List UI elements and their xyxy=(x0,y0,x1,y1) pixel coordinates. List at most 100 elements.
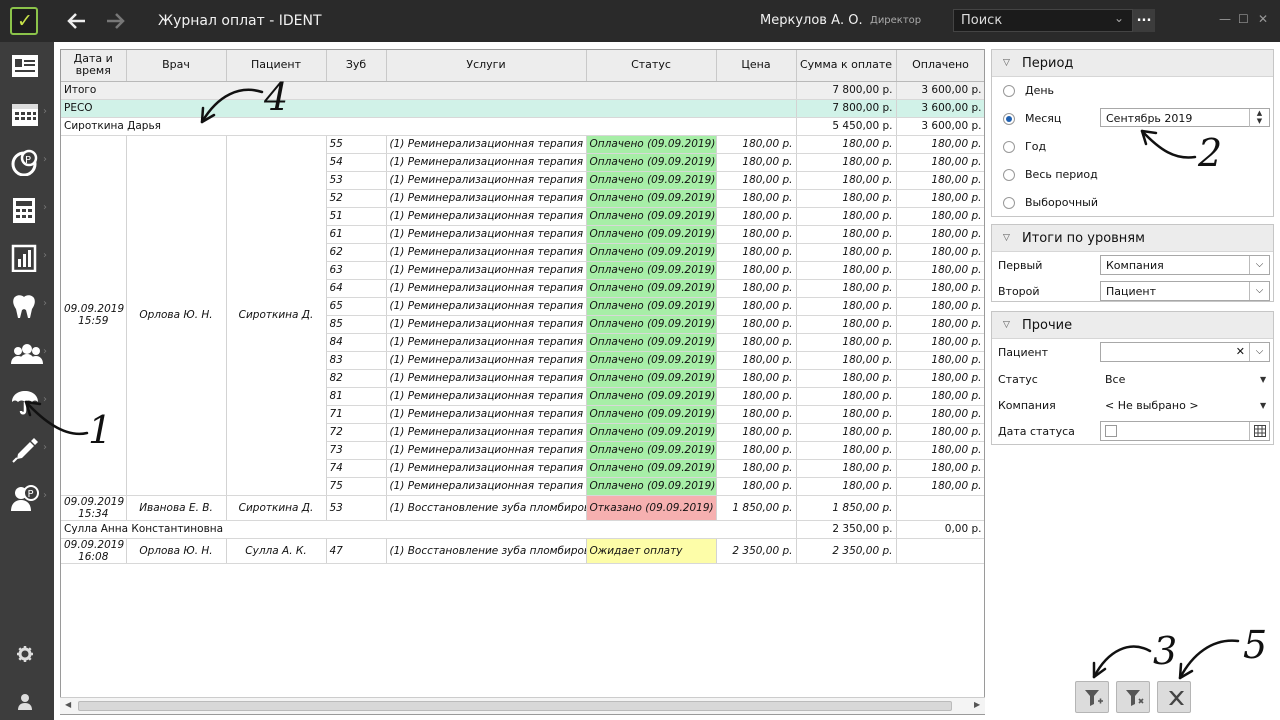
radio-icon[interactable] xyxy=(1003,169,1015,181)
column-header-paid[interactable]: Оплачено xyxy=(896,50,984,82)
patient-group-row[interactable]: Сироткина Дарья 5 450,00 р. 3 600,00 р. xyxy=(61,117,984,136)
chevron-down-icon[interactable]: ⌄ xyxy=(1114,11,1124,25)
first-level-select[interactable]: Компания ⌵ xyxy=(1100,255,1270,275)
cell-status: Оплачено (09.09.2019) xyxy=(586,207,717,226)
spinner-arrows-icon[interactable]: ▲ ▼ xyxy=(1249,109,1269,127)
cell-price: 180,00 р. xyxy=(716,477,797,496)
sidebar-item-user-money[interactable]: P › xyxy=(0,478,54,518)
status-date-picker[interactable] xyxy=(1100,421,1270,441)
table-row[interactable]: 09.09.2019 15:59 Орлова Ю. Н. Сироткина Д. 5… xyxy=(61,135,984,496)
cell-sum: 180,00 р. xyxy=(796,135,897,154)
dropdown-arrow-icon[interactable]: ▼ xyxy=(1260,401,1266,410)
scroll-left-icon[interactable]: ◀ xyxy=(65,700,71,709)
chevron-down-icon[interactable]: ⌵ xyxy=(1249,343,1269,361)
sidebar-item-calculator[interactable]: › xyxy=(0,190,54,230)
radio-icon[interactable] xyxy=(1003,85,1015,97)
collapse-triangle-icon[interactable]: ▽ xyxy=(1003,233,1010,243)
apply-filter-button[interactable] xyxy=(1075,681,1109,713)
sidebar-item-reports[interactable]: › xyxy=(0,238,54,278)
period-option-custom[interactable]: Выборочный xyxy=(1003,196,1098,216)
radio-selected-icon[interactable] xyxy=(1003,113,1015,125)
collapse-triangle-icon[interactable]: ▽ xyxy=(1003,320,1010,330)
cell-tooth: 62 xyxy=(326,243,387,262)
cell-status: Оплачено (09.09.2019) xyxy=(586,153,717,172)
minimize-button[interactable]: — xyxy=(1219,12,1231,26)
total-row[interactable]: Итого 7 800,00 р. 3 600,00 р. xyxy=(61,81,984,100)
search-more-button[interactable]: ... xyxy=(1133,9,1155,32)
period-option-all[interactable]: Весь период xyxy=(1003,168,1098,188)
checkbox[interactable] xyxy=(1105,425,1117,437)
period-option-month[interactable]: Месяц xyxy=(1003,112,1061,132)
cell-service: (1) Реминерализационная терапия при xyxy=(386,225,587,244)
column-header-datetime[interactable]: Дата и время xyxy=(61,50,127,82)
company-row[interactable]: РЕСО 7 800,00 р. 3 600,00 р. xyxy=(61,99,984,118)
cell-service: (1) Реминерализационная терапия при xyxy=(386,477,587,496)
back-button[interactable] xyxy=(66,10,88,32)
sidebar-item-settings[interactable] xyxy=(0,632,54,672)
cell-sum: 180,00 р. xyxy=(796,315,897,334)
levels-panel-header[interactable]: ▽ Итоги по уровням xyxy=(992,225,1273,252)
clear-filter-button[interactable] xyxy=(1116,681,1150,713)
column-header-status[interactable]: Статус xyxy=(586,50,717,82)
dropdown-arrow-icon[interactable]: ▼ xyxy=(1260,375,1266,384)
patient-group-row[interactable]: Сулла Анна Константиновна 2 350,00 р. 0,… xyxy=(61,520,984,539)
cell-price: 180,00 р. xyxy=(716,459,797,478)
table-row[interactable]: 09.09.2019 15:34 Иванова Е. В. Сироткина … xyxy=(61,495,984,521)
cell-doctor: Орлова Ю. Н. xyxy=(126,538,227,564)
period-panel-header[interactable]: ▽ Период xyxy=(992,50,1273,77)
column-header-sum[interactable]: Сумма к оплате xyxy=(796,50,897,82)
column-header-price[interactable]: Цена xyxy=(716,50,797,82)
excel-export-button[interactable] xyxy=(1157,681,1191,713)
sidebar-item-people[interactable]: › xyxy=(0,334,54,374)
maximize-button[interactable]: ☐ xyxy=(1238,12,1249,26)
chevron-down-icon[interactable]: ⌵ xyxy=(1249,282,1269,300)
collapse-triangle-icon[interactable]: ▽ xyxy=(1003,58,1010,68)
cell-tooth: 53 xyxy=(326,495,387,521)
chevron-down-icon[interactable]: ⌵ xyxy=(1249,256,1269,274)
sidebar-item-user[interactable] xyxy=(0,680,54,720)
status-filter-value[interactable]: Все xyxy=(1105,373,1125,386)
sidebar-item-patient-card[interactable] xyxy=(0,46,54,86)
sidebar-item-calendar[interactable]: › xyxy=(0,94,54,134)
sidebar-item-syringe[interactable]: › xyxy=(0,430,54,470)
grid-header: Дата и время Врач Пациент Зуб Услуги Ста… xyxy=(61,50,984,82)
month-spinner[interactable]: Сентябрь 2019 ▲ ▼ xyxy=(1100,108,1270,127)
cell-paid: 180,00 р. xyxy=(896,135,984,154)
second-level-select[interactable]: Пациент ⌵ xyxy=(1100,281,1270,301)
cell-paid: 180,00 р. xyxy=(896,279,984,298)
calendar-grid-icon[interactable] xyxy=(1249,422,1269,440)
scroll-right-icon[interactable]: ▶ xyxy=(974,700,980,709)
other-panel-header[interactable]: ▽ Прочие xyxy=(992,312,1273,339)
sidebar-item-tooth[interactable]: › xyxy=(0,286,54,326)
user-name[interactable]: Меркулов А. О. xyxy=(760,13,863,28)
search-input[interactable]: Поиск xyxy=(953,9,1133,32)
cell-paid: 180,00 р. xyxy=(896,153,984,172)
cell-price: 180,00 р. xyxy=(716,207,797,226)
period-option-day[interactable]: День xyxy=(1003,84,1054,104)
app-logo-icon[interactable]: ✓ xyxy=(10,7,38,35)
cell-status: Ожидает оплату xyxy=(586,538,717,564)
cell-status: Оплачено (09.09.2019) xyxy=(586,189,717,208)
cell-sum: 180,00 р. xyxy=(796,171,897,190)
radio-icon[interactable] xyxy=(1003,141,1015,153)
radio-icon[interactable] xyxy=(1003,197,1015,209)
status-filter-label: Статус xyxy=(998,373,1038,386)
table-row[interactable]: 09.09.2019 16:08 Орлова Ю. Н. Сулла А. К.… xyxy=(61,538,984,564)
forward-button[interactable] xyxy=(104,10,126,32)
column-header-tooth[interactable]: Зуб xyxy=(326,50,387,82)
company-filter-value[interactable]: < Не выбрано > xyxy=(1105,399,1199,412)
patient-filter-select[interactable]: ✕ ⌵ xyxy=(1100,342,1270,362)
cell-sum: 180,00 р. xyxy=(796,405,897,424)
scrollbar-thumb[interactable] xyxy=(78,701,952,711)
column-header-doctor[interactable]: Врач xyxy=(126,50,227,82)
horizontal-scrollbar[interactable]: ◀ ▶ xyxy=(60,697,985,714)
column-header-services[interactable]: Услуги xyxy=(386,50,587,82)
close-button[interactable]: ✕ xyxy=(1258,12,1268,26)
cell-paid: 180,00 р. xyxy=(896,387,984,406)
sidebar-item-insurance[interactable]: › xyxy=(0,382,54,422)
clear-icon[interactable]: ✕ xyxy=(1236,345,1245,358)
title-bar: ✓ Журнал оплат - IDENT Меркулов А. О. Ди… xyxy=(0,0,1280,42)
period-option-year[interactable]: Год xyxy=(1003,140,1046,160)
annotation-number: 1 xyxy=(88,408,113,452)
sidebar-item-payments[interactable]: P › xyxy=(0,142,54,182)
